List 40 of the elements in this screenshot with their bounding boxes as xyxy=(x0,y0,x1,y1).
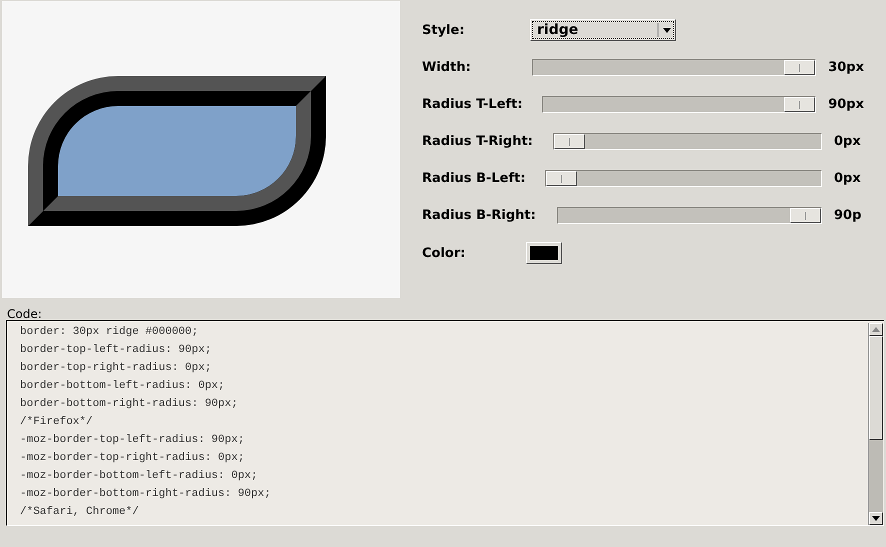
slider-track[interactable] xyxy=(553,133,822,150)
slider-track[interactable] xyxy=(532,59,816,76)
code-line: /*Safari, Chrome*/ xyxy=(20,505,140,520)
slider-label: Width: xyxy=(422,60,472,75)
slider-track[interactable] xyxy=(557,207,822,224)
slider-thumb[interactable] xyxy=(546,171,577,186)
slider-thumb[interactable] xyxy=(784,97,816,112)
scroll-up-icon[interactable] xyxy=(872,327,880,332)
code-line: -moz-border-bottom-left-radius: 0px; xyxy=(20,469,259,484)
slider-value: 90px xyxy=(828,97,864,112)
style-dropdown[interactable]: ridge xyxy=(530,19,676,41)
style-label: Style: xyxy=(422,22,466,38)
slider-label: Radius B-Left: xyxy=(422,171,527,186)
slider-value: 30px xyxy=(828,60,864,75)
slider-label: Radius T-Left: xyxy=(422,97,524,112)
code-line: border: 30px ridge #000000; xyxy=(20,325,200,340)
slider-track[interactable] xyxy=(542,96,816,113)
code-line: border-bottom-left-radius: 0px; xyxy=(20,379,226,394)
code-line: /*Firefox*/ xyxy=(20,415,94,430)
scroll-down-icon[interactable] xyxy=(872,516,880,521)
slider-value: 0px xyxy=(834,171,862,186)
code-line: border-top-right-radius: 0px; xyxy=(20,361,212,376)
code-line: -moz-border-top-left-radius: 90px; xyxy=(20,433,246,448)
scrollbar[interactable] xyxy=(868,323,883,525)
slider-thumb[interactable] xyxy=(790,208,821,223)
code-area[interactable] xyxy=(6,320,884,526)
slider-value: 0px xyxy=(834,134,862,149)
code-label: Code: xyxy=(6,306,43,319)
slider-thumb[interactable] xyxy=(784,60,816,75)
code-line: border-bottom-right-radius: 90px; xyxy=(20,397,239,412)
slider-label: Radius T-Right: xyxy=(422,134,534,149)
slider-thumb[interactable] xyxy=(554,134,585,149)
code-line: -moz-border-top-right-radius: 0px; xyxy=(20,451,246,466)
code-line: border-top-left-radius: 90px; xyxy=(20,343,212,358)
code-line: -moz-border-bottom-right-radius: 90px; xyxy=(20,487,272,502)
color-label: Color: xyxy=(422,246,466,260)
color-button[interactable] xyxy=(526,242,562,264)
slider-label: Radius B-Right: xyxy=(422,208,537,223)
slider-value: 90p xyxy=(834,208,862,223)
slider-track[interactable] xyxy=(545,170,822,187)
